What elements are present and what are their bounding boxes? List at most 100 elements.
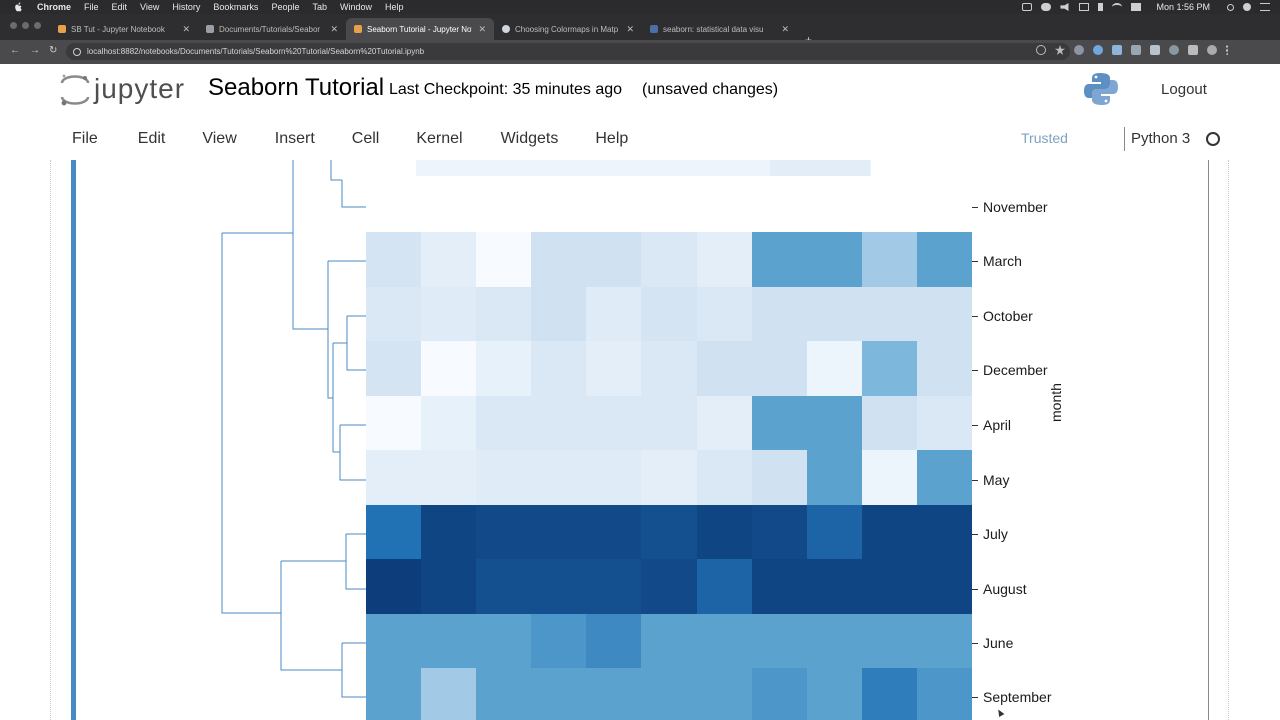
logout-button[interactable]: Logout <box>1144 73 1224 105</box>
menu-insert[interactable]: Insert <box>275 124 315 154</box>
close-tab-icon[interactable]: ✕ <box>626 24 634 35</box>
y-axis-label: month <box>1048 383 1064 422</box>
menu-kernel[interactable]: Kernel <box>416 124 462 154</box>
heatmap-cell <box>421 559 477 614</box>
extension-icon[interactable] <box>1074 45 1084 55</box>
menu-help[interactable]: Help <box>595 124 628 154</box>
menubar-file[interactable]: File <box>84 2 99 12</box>
heatmap-cell <box>861 232 918 287</box>
heatmap-cell <box>476 668 532 720</box>
address-bar[interactable]: localhost:8882/notebooks/Documents/Tutor… <box>66 43 1070 60</box>
heatmap-cell <box>421 395 477 451</box>
site-info-icon[interactable] <box>73 47 81 56</box>
bookmark-star-icon[interactable] <box>1055 45 1065 55</box>
more-menu-icon[interactable] <box>1226 45 1230 55</box>
heatmap-cell <box>806 395 863 451</box>
close-window-button[interactable] <box>10 22 17 29</box>
menubar-bookmarks[interactable]: Bookmarks <box>213 2 258 12</box>
extension-icon[interactable] <box>1112 45 1122 55</box>
extension-icon[interactable] <box>1093 45 1103 55</box>
heatmap-cell <box>366 341 422 396</box>
menu-widgets[interactable]: Widgets <box>501 124 559 154</box>
kernel-name[interactable]: Python 3 <box>1131 130 1190 147</box>
volume-icon[interactable] <box>1060 3 1069 11</box>
battery-icon[interactable] <box>1022 3 1033 11</box>
browser-tab[interactable]: seaborn: statistical data visu ✕ <box>642 18 797 40</box>
extension-icon[interactable] <box>1169 45 1179 55</box>
reload-icon[interactable]: ↻ <box>49 45 57 56</box>
back-arrow-icon[interactable]: ← <box>10 45 20 56</box>
close-tab-icon[interactable]: ✕ <box>478 24 486 35</box>
extension-icons <box>1036 45 1230 55</box>
jupyter-logo-text[interactable]: jupyter <box>94 73 185 105</box>
menubar-people[interactable]: People <box>271 2 299 12</box>
container-border <box>1228 160 1230 720</box>
menubar-clock[interactable]: Mon 1:56 PM <box>1156 2 1210 12</box>
notification-center-icon[interactable] <box>1260 3 1270 11</box>
heatmap-cell <box>366 232 422 287</box>
heatmap-cell <box>531 504 587 560</box>
heatmap-cell <box>531 395 587 451</box>
menubar-edit[interactable]: Edit <box>112 2 128 12</box>
browser-tab[interactable]: Documents/Tutorials/Seabor ✕ <box>198 18 346 40</box>
browser-tab[interactable]: Choosing Colormaps in Matp ✕ <box>494 18 642 40</box>
y-tick <box>972 425 978 426</box>
y-tick <box>972 643 978 644</box>
heatmap-cell <box>751 450 808 505</box>
forward-arrow-icon[interactable]: → <box>30 45 40 56</box>
spotlight-icon[interactable] <box>1227 3 1234 11</box>
extension-icon[interactable] <box>1150 45 1160 55</box>
heatmap-cell <box>586 395 642 451</box>
kernel-idle-indicator-icon <box>1206 132 1220 146</box>
menu-file[interactable]: File <box>72 124 98 154</box>
heatmap-cell <box>696 232 753 287</box>
heatmap-cell <box>586 450 642 505</box>
close-tab-icon[interactable]: ✕ <box>182 24 190 35</box>
browser-tab-active[interactable]: Seaborn Tutorial - Jupyter Not ✕ <box>346 18 494 40</box>
menu-edit[interactable]: Edit <box>138 124 166 154</box>
heatmap-cell <box>421 341 477 396</box>
puzzle-icon[interactable] <box>1188 45 1198 55</box>
profile-avatar-icon[interactable] <box>1207 45 1217 55</box>
unsaved-changes-indicator: (unsaved changes) <box>642 81 779 98</box>
close-tab-icon[interactable]: ✕ <box>781 24 789 35</box>
heatmap-cell <box>476 450 532 505</box>
flag-icon[interactable] <box>1131 3 1142 11</box>
y-tick <box>972 534 978 535</box>
menubar-app-name[interactable]: Chrome <box>37 2 71 12</box>
menu-cell[interactable]: Cell <box>352 124 380 154</box>
minimize-window-button[interactable] <box>22 22 29 29</box>
heatmap-cell <box>861 668 918 720</box>
heatmap-cell <box>641 504 698 560</box>
bluetooth-icon[interactable] <box>1098 3 1104 11</box>
zoom-window-button[interactable] <box>34 22 41 29</box>
mouse-cursor-icon <box>995 707 1005 718</box>
trusted-indicator[interactable]: Trusted <box>1021 130 1068 146</box>
cloud-icon[interactable] <box>1041 3 1052 11</box>
menu-view[interactable]: View <box>202 124 236 154</box>
menubar-tab[interactable]: Tab <box>312 2 327 12</box>
heatmap-cell <box>586 504 642 560</box>
heatmap-cell <box>586 559 642 614</box>
heatmap-cell <box>476 395 532 451</box>
extension-icon[interactable] <box>1131 45 1141 55</box>
menubar-help[interactable]: Help <box>385 2 404 12</box>
notebook-title[interactable]: Seaborn Tutorial <box>208 74 384 102</box>
apple-icon[interactable] <box>13 2 24 13</box>
clustermap-heatmap <box>366 232 973 720</box>
menubar-window[interactable]: Window <box>340 2 372 12</box>
zoom-icon[interactable] <box>1036 45 1046 55</box>
menubar-history[interactable]: History <box>172 2 200 12</box>
y-tick <box>972 589 978 590</box>
browser-tab[interactable]: SB Tut - Jupyter Notebook ✕ <box>50 18 198 40</box>
wifi-icon[interactable] <box>1112 3 1123 11</box>
menubar-view[interactable]: View <box>140 2 159 12</box>
heatmap-cell <box>751 286 808 342</box>
selected-cell-indicator[interactable] <box>71 160 76 720</box>
close-tab-icon[interactable]: ✕ <box>330 24 338 35</box>
siri-icon[interactable] <box>1243 3 1251 11</box>
heatmap-cell <box>916 613 973 669</box>
heatmap-cell <box>586 341 642 396</box>
heatmap-cell <box>751 395 808 451</box>
display-icon[interactable] <box>1079 3 1090 11</box>
